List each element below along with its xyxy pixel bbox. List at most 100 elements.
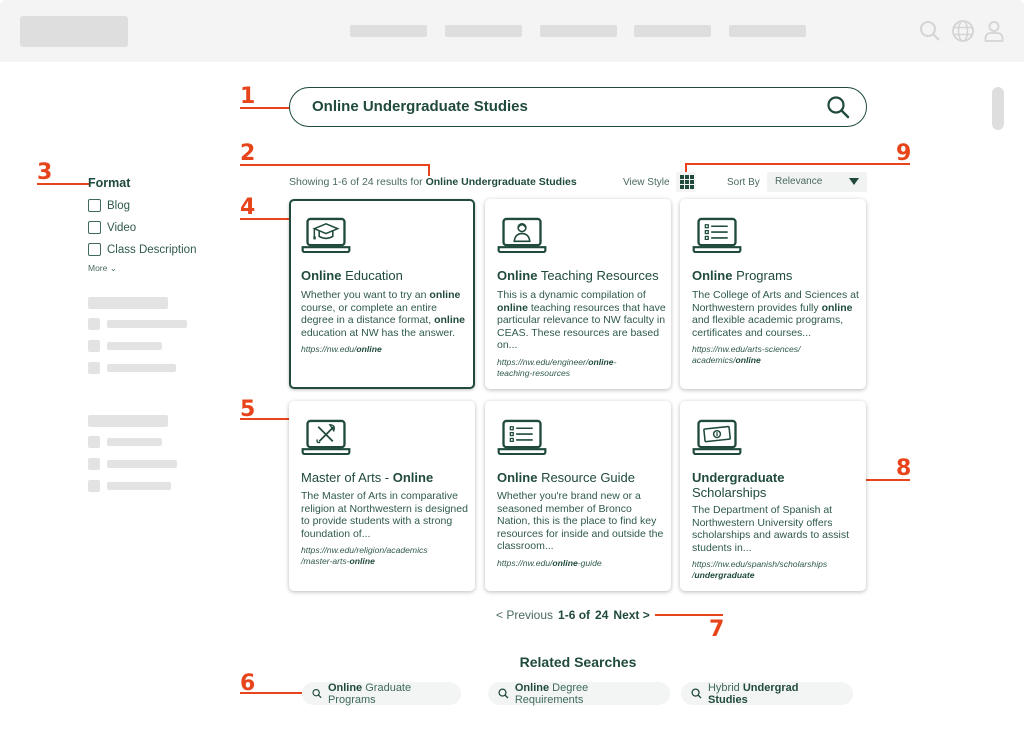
card-url[interactable]: https://nw.edu/spanish/scholarships/unde… [692, 559, 867, 581]
checkbox-placeholder [88, 318, 100, 330]
result-card[interactable]: Online Education Whether you want to try … [289, 199, 475, 389]
scrollbar-thumb[interactable] [992, 87, 1004, 130]
annotation-leader-line [655, 614, 723, 616]
annotation-leader-line [428, 164, 430, 176]
related-search-chip[interactable]: Hybrid Undergrad Studies [681, 681, 853, 706]
search-icon [691, 688, 702, 699]
checkbox-placeholder [88, 436, 100, 448]
search-query[interactable]: Online Undergraduate Studies [312, 98, 528, 115]
nav-item-placeholder[interactable] [729, 25, 806, 37]
logo-placeholder[interactable] [20, 16, 128, 47]
card-url[interactable]: https://nw.edu/online-guide [497, 558, 672, 569]
annotation-marker: 4 [240, 195, 256, 220]
card-title[interactable]: Undergraduate Scholarships [692, 470, 862, 500]
checkbox[interactable] [88, 221, 101, 234]
nav-item-placeholder[interactable] [350, 25, 427, 37]
sort-value: Relevance [775, 176, 823, 187]
checkbox-placeholder [88, 340, 100, 352]
result-card[interactable]: Online Resource Guide Whether you're bran… [485, 401, 671, 591]
card-description: The Department of Spanish at Northwester… [692, 504, 849, 554]
list-laptop-icon [497, 419, 547, 455]
checkbox-placeholder [88, 458, 100, 470]
related-search-chip[interactable]: Online Degree Requirements [488, 681, 670, 706]
teacher-laptop-icon [497, 217, 547, 253]
chevron-down-icon: ⌄ [109, 263, 117, 273]
top-nav-bar [0, 0, 1024, 62]
results-summary-prefix: Showing 1-6 of 24 results for [289, 176, 426, 188]
related-search-chip[interactable]: Online Graduate Programs [302, 682, 461, 706]
caret-down-icon [849, 178, 859, 185]
checkbox-placeholder [88, 480, 100, 492]
card-title[interactable]: Online Resource Guide [497, 470, 667, 485]
card-url[interactable]: https://nw.edu/arts-sciences/academics/o… [692, 344, 867, 366]
results-summary-query: Online Undergraduate Studies [425, 176, 577, 188]
facet-more-label: More [88, 263, 108, 273]
search-icon[interactable] [826, 95, 850, 119]
checkbox[interactable] [88, 243, 101, 256]
annotation-leader-line [240, 218, 290, 220]
related-search-label: Hybrid Undergrad Studies [707, 681, 799, 706]
page-range: 1-6 of [558, 608, 591, 622]
label-placeholder [107, 460, 177, 468]
nav-item-placeholder[interactable] [540, 25, 617, 37]
facet-more-link[interactable]: More ⌄ [88, 263, 117, 274]
checkbox[interactable] [88, 199, 101, 212]
annotation-leader-line [240, 418, 290, 420]
card-description: The College of Arts and Sciences at Nort… [692, 289, 859, 339]
facet-option-label: Video [107, 221, 137, 234]
user-icon[interactable] [982, 19, 1006, 43]
annotation-leader-line [240, 164, 430, 166]
facet-option-class-description[interactable]: Class Description [88, 243, 196, 256]
card-url[interactable]: https://nw.edu/religion/academics/master… [301, 545, 476, 567]
annotation-leader-line [37, 183, 89, 185]
annotation-marker: 1 [240, 84, 256, 109]
related-search-label: Online Degree Requirements [514, 681, 589, 706]
facet-group-placeholder [88, 297, 168, 309]
checkbox-placeholder [88, 362, 100, 374]
pagination: < Previous 1-6 of 24 Next > [496, 608, 650, 622]
result-card[interactable]: Online Teaching Resources This is a dynam… [485, 199, 671, 389]
annotation-marker: 2 [240, 141, 256, 166]
facet-group-placeholder [88, 415, 168, 427]
annotation-marker: 3 [37, 160, 53, 185]
nav-item-placeholder[interactable] [634, 25, 711, 37]
card-url[interactable]: https://nw.edu/online [301, 344, 476, 355]
facet-title-format: Format [88, 176, 131, 190]
result-card[interactable]: Master of Arts - Online The Master of Art… [289, 401, 475, 591]
label-placeholder [107, 320, 187, 328]
card-title[interactable]: Online Teaching Resources [497, 268, 667, 283]
card-description: Whether you want to try an online course… [301, 289, 465, 339]
view-style-label: View Style [623, 177, 670, 188]
nav-item-placeholder[interactable] [445, 25, 522, 37]
facet-option-blog[interactable]: Blog [88, 199, 130, 212]
next-page-link[interactable]: Next > [613, 608, 649, 622]
annotation-leader-line [240, 692, 302, 694]
sort-select[interactable]: Relevance [767, 172, 867, 192]
card-description: Whether you're brand new or a seasoned m… [497, 490, 664, 553]
label-placeholder [107, 482, 171, 490]
card-title[interactable]: Online Education [301, 268, 471, 283]
card-description: The Master of Arts in comparative religi… [301, 490, 468, 540]
annotation-leader-line [685, 163, 910, 165]
card-title[interactable]: Online Programs [692, 268, 862, 283]
search-icon [312, 688, 322, 699]
card-url[interactable]: https://nw.edu/engineer/online-teaching-… [497, 357, 672, 379]
annotation-marker: 8 [896, 456, 912, 481]
card-description: This is a dynamic compilation of online … [497, 289, 666, 352]
search-icon[interactable] [918, 19, 942, 43]
facet-option-video[interactable]: Video [88, 221, 136, 234]
label-placeholder [107, 364, 176, 372]
result-card[interactable]: Online Programs The College of Arts and S… [680, 199, 866, 389]
label-placeholder [107, 342, 162, 350]
facet-option-label: Blog [107, 199, 131, 212]
total-results: 24 [595, 608, 609, 622]
globe-icon[interactable] [951, 19, 975, 43]
card-title[interactable]: Master of Arts - Online [301, 470, 471, 485]
search-icon [498, 688, 509, 699]
result-card[interactable]: Undergraduate Scholarships The Department … [680, 401, 866, 591]
label-placeholder [107, 438, 162, 446]
search-input[interactable]: Online Undergraduate Studies [289, 87, 867, 127]
arts-laptop-icon [301, 419, 351, 455]
previous-page-link[interactable]: < Previous [496, 608, 553, 622]
grid-icon[interactable] [676, 172, 696, 192]
